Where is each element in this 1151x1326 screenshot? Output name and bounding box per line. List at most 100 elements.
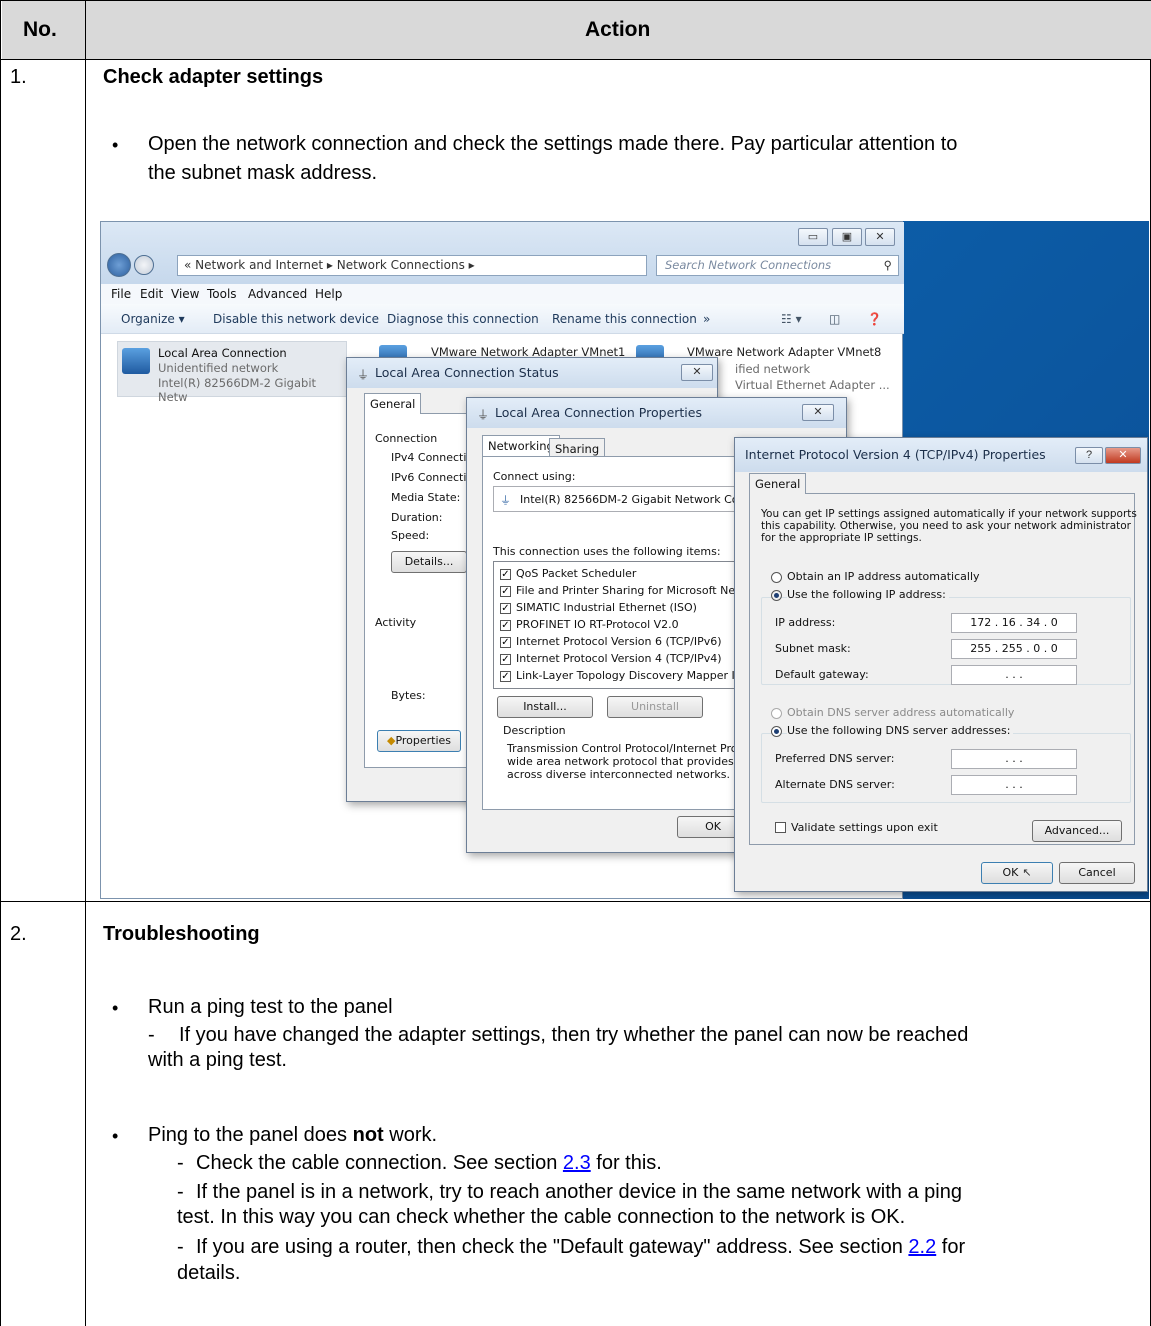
item-checkbox[interactable]: ✓: [500, 569, 511, 580]
tab-label: Sharing: [555, 442, 600, 456]
row-divider: [1, 901, 1151, 902]
close-button[interactable]: ✕: [865, 228, 895, 246]
gateway-field[interactable]: . . .: [951, 665, 1077, 685]
help-button[interactable]: ?: [1075, 447, 1103, 464]
close-button[interactable]: ✕: [802, 404, 834, 421]
list-item: PROFINET IO RT-Protocol V2.0: [516, 618, 679, 631]
preferred-dns-label: Preferred DNS server:: [775, 752, 895, 765]
field-label: Speed:: [391, 529, 430, 542]
details-button[interactable]: Details...: [391, 551, 467, 573]
close-button[interactable]: ✕: [681, 364, 713, 381]
intro-text: You can get IP settings assigned automat…: [761, 508, 1137, 520]
description-text: wide area network protocol that provides…: [507, 755, 772, 768]
button-label: Details...: [404, 555, 454, 568]
step-text: If you have changed the adapter settings…: [179, 1024, 969, 1046]
cursor-icon: ↖: [1022, 866, 1032, 879]
list-item: Internet Protocol Version 4 (TCP/IPv4): [516, 652, 722, 665]
list-item: File and Printer Sharing for Microsoft N…: [516, 584, 749, 597]
step-text: If you are using a router, then check th…: [196, 1233, 965, 1262]
subnet-mask-label: Subnet mask:: [775, 642, 851, 655]
diagnose-button[interactable]: Diagnose this connection: [387, 312, 539, 326]
table-border-top: [1, 0, 1151, 1]
list-item: Link-Layer Topology Discovery Mapper I/: [516, 669, 739, 682]
ip-address-field[interactable]: 172 . 16 . 34 . 0: [951, 613, 1077, 633]
list-item[interactable]: Local Area Connection Unidentified netwo…: [117, 341, 347, 404]
dialog-title-text: Internet Protocol Version 4 (TCP/IPv4) P…: [745, 447, 1046, 462]
dialog-title: Local Area Connection Properties: [467, 398, 846, 428]
menu-edit[interactable]: Edit: [140, 287, 163, 301]
button-label: OK: [705, 820, 721, 833]
minimize-button[interactable]: ▭: [798, 228, 828, 246]
header-no: No.: [23, 18, 57, 41]
section-link[interactable]: 2.3: [563, 1152, 591, 1174]
menu-file[interactable]: File: [111, 287, 131, 301]
menu-help[interactable]: Help: [315, 287, 342, 301]
properties-button[interactable]: ◆Properties: [377, 730, 461, 752]
preview-pane-icon[interactable]: ◫: [829, 312, 840, 326]
close-button[interactable]: ✕: [1105, 447, 1141, 464]
text-part: work.: [383, 1124, 438, 1146]
auto-dns-label: Obtain DNS server address automatically: [787, 706, 1015, 719]
field-value: 172 . 16 . 34 . 0: [970, 616, 1058, 629]
subnet-mask-field[interactable]: 255 . 255 . 0 . 0: [951, 639, 1077, 659]
maximize-button[interactable]: ▣: [832, 228, 862, 246]
button-label: Cancel: [1078, 866, 1116, 879]
field-value: . . .: [1005, 668, 1023, 681]
validate-checkbox[interactable]: [775, 822, 786, 833]
install-button[interactable]: Install...: [497, 696, 593, 718]
list-item: Internet Protocol Version 6 (TCP/IPv6): [516, 635, 722, 648]
forward-button[interactable]: [134, 255, 154, 275]
field-label: IPv4 Connectivi: [391, 451, 476, 464]
intro-text: this capability. Otherwise, you need to …: [761, 520, 1132, 532]
section-link[interactable]: 2.2: [908, 1236, 936, 1258]
rename-button[interactable]: Rename this connection: [552, 312, 697, 326]
item-checkbox[interactable]: ✓: [500, 603, 511, 614]
use-dns-radio[interactable]: [771, 726, 782, 737]
advanced-button[interactable]: Advanced...: [1032, 820, 1122, 842]
description-label: Description: [503, 724, 566, 737]
ok-button[interactable]: OK ↖: [981, 862, 1053, 884]
more-button[interactable]: »: [703, 312, 710, 326]
window-frame: ▭ ▣ ✕ « Network and Internet ▸ Network C…: [101, 222, 904, 284]
step-title: Check adapter settings: [103, 66, 324, 88]
search-input[interactable]: Search Network Connections ⚲: [656, 255, 899, 276]
dialog-title: Local Area Connection Status: [347, 358, 717, 388]
items-label: This connection uses the following items…: [493, 545, 721, 558]
item-checkbox[interactable]: ✓: [500, 586, 511, 597]
intro-text: for the appropriate IP settings.: [761, 532, 922, 544]
address-bar[interactable]: « Network and Internet ▸ Network Connect…: [177, 255, 647, 276]
tab-sharing[interactable]: Sharing: [549, 438, 606, 456]
auto-dns-radio[interactable]: [771, 708, 782, 719]
menu-view[interactable]: View: [171, 287, 199, 301]
back-button[interactable]: [107, 253, 131, 277]
alternate-dns-field[interactable]: . . .: [951, 775, 1077, 795]
text-part: Ping to the panel does: [148, 1124, 353, 1146]
item-checkbox[interactable]: ✓: [500, 654, 511, 665]
cancel-button[interactable]: Cancel: [1059, 862, 1135, 884]
item-checkbox[interactable]: ✓: [500, 637, 511, 648]
adapter-icon: ⏚: [500, 494, 511, 507]
preferred-dns-field[interactable]: . . .: [951, 749, 1077, 769]
field-value: . . .: [1005, 752, 1023, 765]
row-number: 1.: [10, 66, 27, 88]
menu-tools[interactable]: Tools: [207, 287, 237, 301]
bullet-icon: •: [112, 1126, 119, 1146]
tab-label: General: [755, 477, 801, 491]
tab-general[interactable]: General: [749, 473, 807, 494]
alternate-dns-label: Alternate DNS server:: [775, 778, 895, 791]
menu-advanced[interactable]: Advanced: [248, 287, 307, 301]
tab-general[interactable]: General: [364, 393, 422, 414]
organize-button[interactable]: Organize ▾: [121, 312, 185, 326]
item-checkbox[interactable]: ✓: [500, 671, 511, 682]
view-options-icon[interactable]: ☷ ▾: [781, 312, 802, 326]
menu-bar: File Edit View Tools Advanced Help: [101, 284, 904, 304]
help-icon[interactable]: ❓: [867, 312, 882, 326]
disable-device-button[interactable]: Disable this network device: [213, 312, 379, 326]
auto-ip-radio[interactable]: [771, 572, 782, 583]
uninstall-button[interactable]: Uninstall: [607, 696, 703, 718]
item-checkbox[interactable]: ✓: [500, 620, 511, 631]
step-text: with a ping test.: [148, 1049, 287, 1071]
column-divider: [85, 0, 86, 1326]
use-ip-radio[interactable]: [771, 590, 782, 601]
dash-icon: -: [177, 1236, 184, 1258]
